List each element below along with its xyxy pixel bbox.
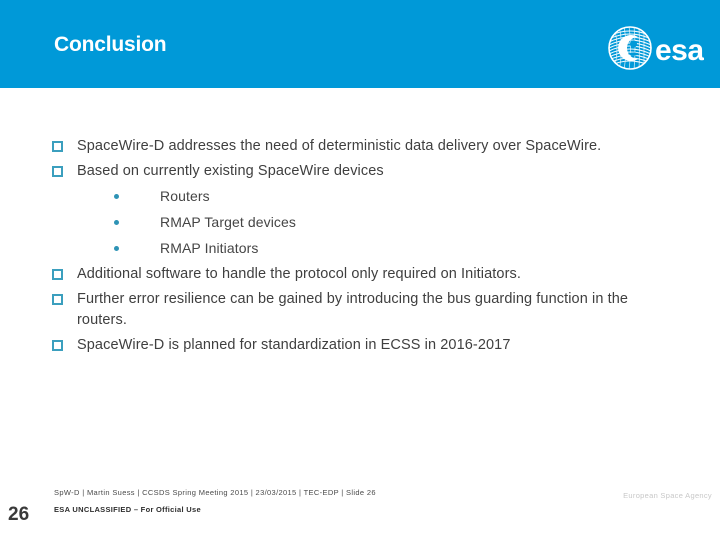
esa-emblem-icon: esa	[608, 26, 705, 70]
hollow-square-bullet-icon	[52, 269, 63, 280]
list-item-text: RMAP Target devices	[160, 214, 297, 230]
slide-content-area: SpaceWire-D addresses the need of determ…	[0, 88, 720, 540]
slide-header-band: Conclusion esa	[0, 0, 720, 88]
list-item: RMAP Initiators	[52, 238, 668, 259]
esa-logo: esa	[608, 24, 705, 72]
list-item: RMAP Target devices	[52, 212, 668, 233]
hollow-square-bullet-icon	[52, 141, 63, 152]
dot-bullet-icon	[114, 220, 119, 225]
slide-footer: SpW-D | Martin Suess | CCSDS Spring Meet…	[54, 488, 574, 514]
list-item: Further error resilience can be gained b…	[52, 289, 668, 331]
list-item: Additional software to handle the protoc…	[52, 264, 668, 285]
hollow-square-bullet-icon	[52, 340, 63, 351]
list-item: Based on currently existing SpaceWire de…	[52, 161, 668, 182]
hollow-square-bullet-icon	[52, 166, 63, 177]
list-item: SpaceWire-D addresses the need of determ…	[52, 136, 668, 157]
conclusion-bullet-list: SpaceWire-D addresses the need of determ…	[52, 136, 668, 360]
list-item: SpaceWire-D is planned for standardizati…	[52, 335, 668, 356]
dot-bullet-icon	[114, 194, 119, 199]
esa-wordmark: esa	[655, 34, 704, 67]
list-item-text: SpaceWire-D addresses the need of determ…	[77, 138, 602, 154]
footer-classification-line: ESA UNCLASSIFIED – For Official Use	[54, 505, 201, 514]
list-item-text: Routers	[160, 188, 210, 204]
list-item-text: SpaceWire-D is planned for standardizati…	[77, 337, 511, 353]
list-item-text: Based on currently existing SpaceWire de…	[77, 163, 384, 179]
list-item-text: RMAP Initiators	[160, 240, 259, 256]
dot-bullet-icon	[114, 246, 119, 251]
agency-name-label: European Space Agency	[623, 491, 712, 500]
list-item-text: Additional software to handle the protoc…	[77, 266, 521, 282]
list-item-text: Further error resilience can be gained b…	[77, 291, 629, 328]
page-title: Conclusion	[54, 33, 167, 56]
list-item: Routers	[52, 186, 668, 207]
footer-metadata-line: SpW-D | Martin Suess | CCSDS Spring Meet…	[54, 488, 376, 497]
hollow-square-bullet-icon	[52, 294, 63, 305]
slide-number: 26	[8, 504, 30, 525]
